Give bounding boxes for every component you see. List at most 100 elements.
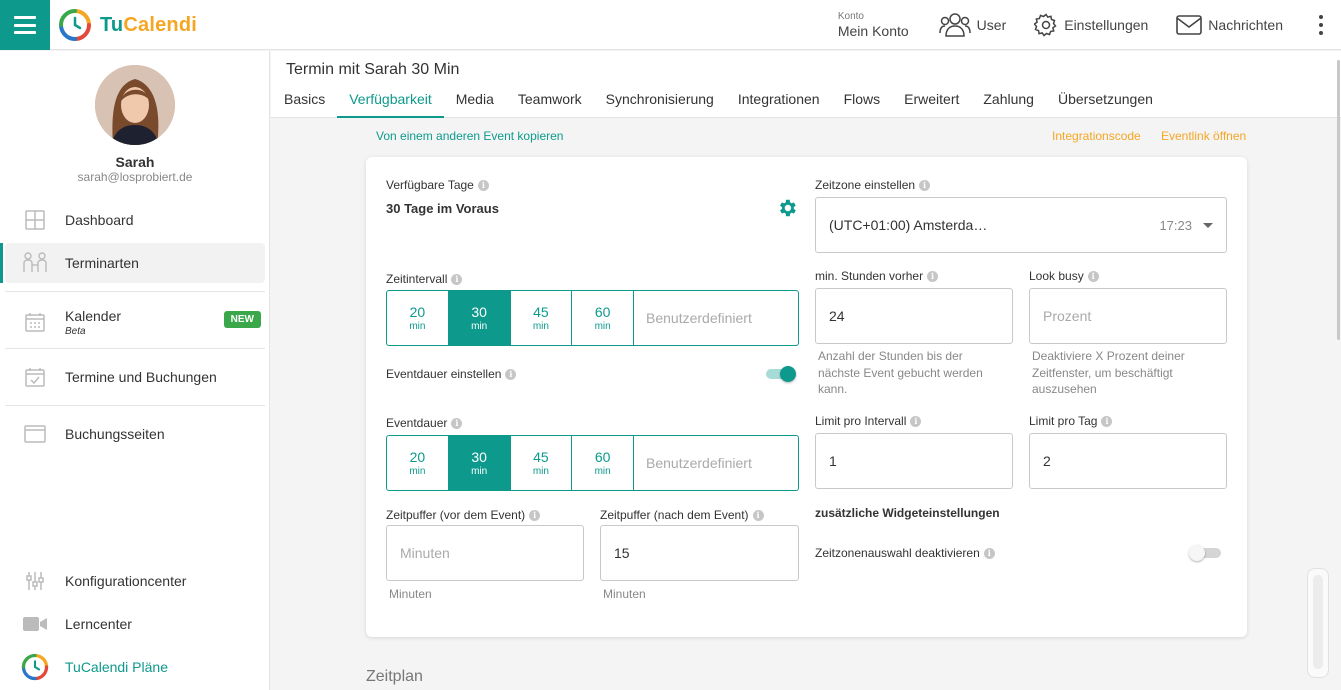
- duration-option-30[interactable]: 30 min: [448, 436, 511, 490]
- tab-zahlung[interactable]: Zahlung: [971, 91, 1046, 118]
- duration-option-45[interactable]: 45 min: [511, 436, 573, 490]
- users-icon: [938, 13, 971, 37]
- integration-code-link[interactable]: Integrationscode: [1052, 129, 1141, 143]
- duration-custom-input[interactable]: [634, 436, 798, 490]
- info-icon[interactable]: i: [752, 509, 764, 521]
- sidebar-item-tucalendi-plaene[interactable]: TuCalendi Pläne: [5, 647, 265, 687]
- interval-custom-input[interactable]: [634, 291, 798, 345]
- calendar-check-icon: [25, 368, 45, 387]
- profile-name: Sarah: [115, 154, 155, 170]
- timezone-select-disable-toggle[interactable]: [1189, 545, 1223, 561]
- tab-uebersetzungen[interactable]: Übersetzungen: [1046, 91, 1165, 118]
- look-busy-label: Look busy i: [1029, 269, 1099, 283]
- sidebar-item-konfigurationcenter[interactable]: Konfigurationcenter: [5, 561, 265, 601]
- sidebar-item-lerncenter[interactable]: Lerncenter: [5, 604, 265, 644]
- interval-option-20[interactable]: 20 min: [387, 291, 449, 345]
- tab-bar: Basics Verfügbarkeit Media Teamwork Sync…: [284, 91, 1165, 118]
- gear-icon[interactable]: [776, 197, 798, 219]
- settings-nav-button[interactable]: Einstellungen: [1034, 13, 1148, 37]
- more-options-icon[interactable]: [1311, 0, 1331, 50]
- profile-photo: [95, 65, 175, 145]
- scroll-widget[interactable]: [1307, 568, 1329, 678]
- duration-label: Eventdauer i: [386, 416, 463, 430]
- tab-synchronisierung[interactable]: Synchronisierung: [594, 91, 726, 118]
- tab-flows[interactable]: Flows: [832, 91, 893, 118]
- interval-label: Zeitintervall i: [386, 272, 463, 286]
- sidebar-item-termine-und-buchungen[interactable]: Termine und Buchungen: [5, 357, 265, 397]
- buffer-after-label: Zeitpuffer (nach dem Event) i: [600, 508, 764, 522]
- messages-nav-label: Nachrichten: [1208, 17, 1283, 33]
- hamburger-icon: [14, 16, 36, 34]
- duration-option-60[interactable]: 60 min: [572, 436, 634, 490]
- sidebar-item-dashboard[interactable]: Dashboard: [5, 200, 265, 240]
- account-menu[interactable]: Konto Mein Konto: [838, 12, 909, 39]
- buffer-before-label: Zeitpuffer (vor dem Event) i: [386, 508, 541, 522]
- sidebar-divider: [5, 405, 265, 406]
- open-eventlink-link[interactable]: Eventlink öffnen: [1161, 129, 1246, 143]
- sidebar-divider: [5, 291, 265, 292]
- interval-selector: 20 min 30 min 45 min 60 min: [386, 290, 799, 346]
- sidebar-item-label: Termine und Buchungen: [65, 369, 217, 385]
- info-icon[interactable]: i: [505, 368, 517, 380]
- set-duration-toggle[interactable]: [766, 366, 798, 382]
- page-scrollbar[interactable]: [1337, 60, 1340, 340]
- chevron-down-icon: [1203, 223, 1213, 228]
- duration-option-20[interactable]: 20 min: [387, 436, 449, 490]
- tab-integrationen[interactable]: Integrationen: [726, 91, 832, 118]
- info-icon[interactable]: i: [1087, 270, 1099, 282]
- sidebar-item-buchungsseiten[interactable]: Buchungsseiten: [5, 414, 265, 454]
- people-icon: [23, 252, 47, 272]
- new-badge: NEW: [223, 311, 261, 328]
- tab-basics[interactable]: Basics: [284, 91, 337, 118]
- timezone-select[interactable]: (UTC+01:00) Amsterda… 17:23: [815, 197, 1227, 253]
- sidebar-divider: [5, 348, 265, 349]
- envelope-icon: [1176, 15, 1203, 35]
- timezone-label: Zeitzone einstellen i: [815, 178, 931, 192]
- beta-label: Beta: [65, 325, 86, 337]
- gear-icon: [1034, 13, 1057, 37]
- sidebar-item-label: Lerncenter: [65, 616, 132, 632]
- tab-erweitert[interactable]: Erweitert: [892, 91, 971, 118]
- info-icon[interactable]: i: [983, 547, 995, 559]
- timezone-select-disable-label: Zeitzonenauswahl deaktivieren i: [815, 546, 995, 560]
- limit-day-input[interactable]: 2: [1029, 433, 1227, 489]
- app-logo[interactable]: TuCalendi: [58, 8, 197, 42]
- tab-teamwork[interactable]: Teamwork: [506, 91, 594, 118]
- buffer-before-input[interactable]: [386, 525, 584, 581]
- info-icon[interactable]: i: [919, 179, 931, 191]
- interval-option-45[interactable]: 45 min: [511, 291, 573, 345]
- tab-media[interactable]: Media: [444, 91, 506, 118]
- info-icon[interactable]: i: [529, 509, 541, 521]
- menu-toggle-button[interactable]: [0, 0, 50, 50]
- sidebar-item-label: Terminarten: [65, 255, 139, 271]
- info-icon[interactable]: i: [1101, 415, 1113, 427]
- widget-settings-heading: zusätzliche Widgeteinstellungen: [815, 506, 1000, 520]
- info-icon[interactable]: i: [451, 417, 463, 429]
- interval-option-30[interactable]: 30 min: [448, 291, 511, 345]
- buffer-after-input[interactable]: 15: [600, 525, 799, 581]
- min-hours-input[interactable]: 24: [815, 288, 1013, 344]
- tab-verfuegbarkeit[interactable]: Verfügbarkeit: [337, 91, 444, 118]
- limit-interval-input[interactable]: 1: [815, 433, 1013, 489]
- grid-icon: [25, 210, 45, 230]
- avatar[interactable]: [95, 65, 175, 145]
- info-icon[interactable]: i: [927, 270, 939, 282]
- info-icon[interactable]: i: [451, 273, 463, 285]
- info-icon[interactable]: i: [477, 179, 489, 191]
- info-icon[interactable]: i: [910, 415, 922, 427]
- sidebar-item-label: Buchungsseiten: [65, 426, 165, 442]
- messages-nav-button[interactable]: Nachrichten: [1176, 15, 1283, 35]
- settings-nav-label: Einstellungen: [1064, 17, 1149, 33]
- sidebar-item-terminarten[interactable]: Terminarten: [0, 243, 265, 283]
- top-bar: TuCalendi Konto Mein Konto User Einstell…: [0, 0, 1341, 50]
- sidebar-item-label: TuCalendi Pläne: [65, 659, 168, 675]
- set-duration-label: Eventdauer einstellen i: [386, 367, 517, 381]
- look-busy-input[interactable]: [1029, 288, 1227, 344]
- min-hours-label: min. Stunden vorher i: [815, 269, 939, 283]
- interval-option-60[interactable]: 60 min: [572, 291, 634, 345]
- top-navigation: Konto Mein Konto User Einstellungen Nach…: [838, 0, 1341, 50]
- copy-event-link[interactable]: Von einem anderen Event kopieren: [376, 129, 563, 143]
- video-camera-icon: [23, 617, 47, 631]
- user-nav-button[interactable]: User: [938, 12, 1006, 38]
- sidebar-item-kalender[interactable]: Kalender Beta NEW: [5, 301, 265, 343]
